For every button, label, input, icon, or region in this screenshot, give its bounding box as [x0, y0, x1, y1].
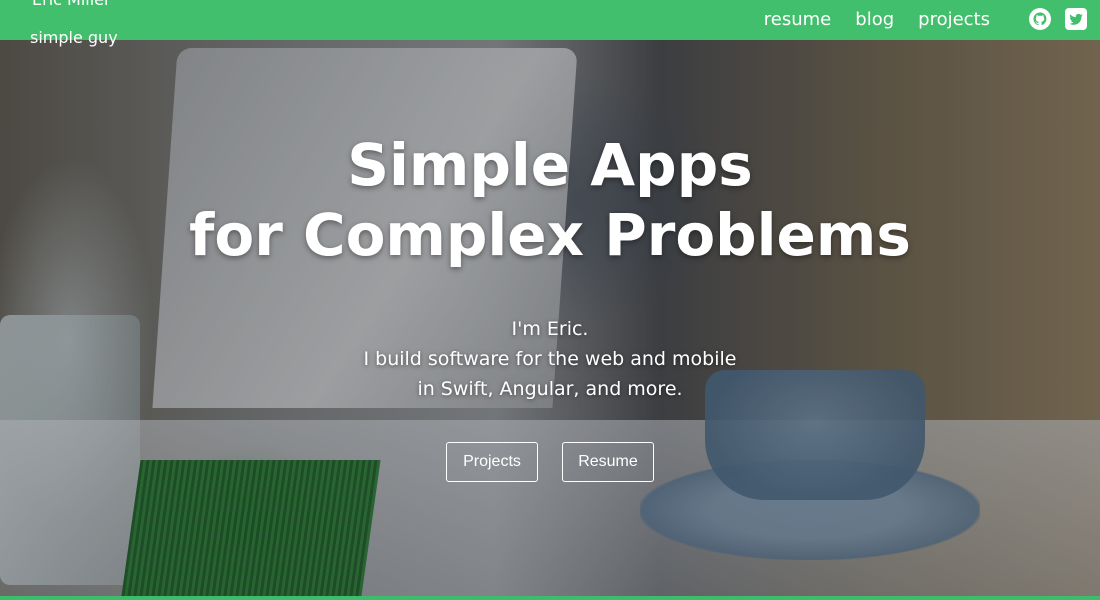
projects-button[interactable]: Projects [446, 442, 538, 482]
twitter-icon[interactable] [1064, 7, 1088, 31]
hero-subtitle-line: I build software for the web and mobile [363, 348, 737, 370]
hero-section: Simple Apps for Complex Problems I'm Eri… [0, 40, 1100, 596]
hero-content: Simple Apps for Complex Problems I'm Eri… [0, 40, 1100, 482]
nav-link-projects[interactable]: projects [918, 9, 990, 30]
brand-name[interactable]: Eric Miller [32, 0, 111, 9]
bottom-accent-bar [0, 596, 1100, 600]
hero-subtitle-line: I'm Eric. [511, 318, 589, 340]
resume-button[interactable]: Resume [562, 442, 654, 482]
hero-title-line: Simple Apps [347, 131, 753, 199]
brand-tagline: simple guy [30, 28, 118, 47]
nav-link-blog[interactable]: blog [855, 9, 894, 30]
hero-subtitle: I'm Eric. I build software for the web a… [0, 314, 1100, 404]
nav-link-resume[interactable]: resume [764, 9, 831, 30]
nav-links: resume blog projects [764, 9, 990, 30]
hero-subtitle-line: in Swift, Angular, and more. [417, 378, 683, 400]
hero-title: Simple Apps for Complex Problems [0, 130, 1100, 270]
social-links [1028, 7, 1088, 31]
hero-buttons: Projects Resume [0, 442, 1100, 482]
top-navbar: Eric Miller resume blog projects [0, 0, 1100, 40]
github-icon[interactable] [1028, 7, 1052, 31]
hero-title-line: for Complex Problems [189, 201, 911, 269]
